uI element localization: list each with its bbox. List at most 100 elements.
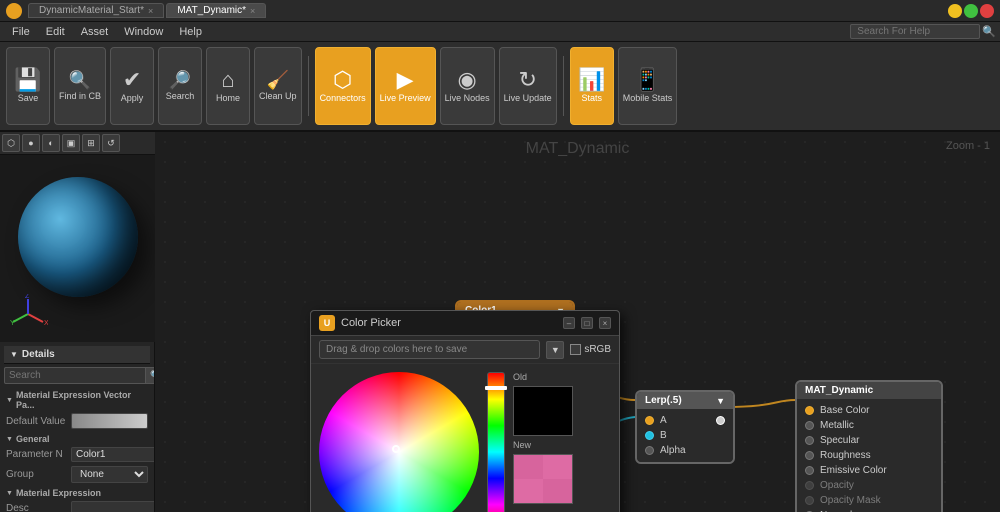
- main-area: ⬡ ● ◐ ▣ ⊞ ↺ X Y Z ▼ Details: [0, 132, 1000, 512]
- new-color-swatch[interactable]: [513, 454, 573, 504]
- canvas-title: MAT_Dynamic: [526, 140, 630, 158]
- mat-basecolor-pin[interactable]: [805, 406, 814, 415]
- cp-title: Color Picker: [341, 317, 557, 329]
- connections-svg: [155, 132, 455, 282]
- menu-edit[interactable]: Edit: [38, 24, 73, 40]
- parameter-n-row: Parameter N: [4, 445, 150, 464]
- canvas-area[interactable]: MAT_Dynamic Zoom - 1 Color1 ▼ Param(0000…: [155, 132, 1000, 512]
- toolbar-separator-1: [308, 56, 309, 116]
- prev-material-btn[interactable]: ●: [22, 134, 40, 152]
- mobile-stats-button[interactable]: 📱 Mobile Stats: [618, 47, 678, 125]
- lerp-node[interactable]: Lerp(.5) ▼ A B Alpha: [635, 390, 735, 464]
- svg-text:Z: Z: [25, 294, 30, 300]
- live-update-icon: ↻: [518, 69, 536, 91]
- lerp-a-row: A: [637, 413, 733, 428]
- desc-row: Desc: [4, 499, 150, 512]
- search-input[interactable]: [850, 24, 980, 39]
- apply-button[interactable]: ✔ Apply: [110, 47, 154, 125]
- desc-input[interactable]: [71, 501, 154, 512]
- connectors-button[interactable]: ⬡ Connectors: [315, 47, 371, 125]
- parameter-n-input[interactable]: [71, 447, 154, 462]
- tab-matdynamic[interactable]: MAT_Dynamic* ×: [166, 3, 266, 18]
- old-color-swatch[interactable]: [513, 386, 573, 436]
- mat-dynamic-header: MAT_Dynamic: [797, 382, 941, 399]
- mat-specular-pin[interactable]: [805, 436, 814, 445]
- menu-asset[interactable]: Asset: [73, 24, 117, 40]
- close-tab-icon[interactable]: ×: [148, 6, 153, 16]
- tab-dynamicmaterial[interactable]: DynamicMaterial_Start* ×: [28, 3, 164, 18]
- lerp-b-pin[interactable]: [645, 431, 654, 440]
- section-collapse-icon: ▼: [6, 397, 13, 404]
- mat-expr-collapse-icon: ▼: [6, 490, 13, 497]
- details-panel: ▼ Details 🔍 ▼ Material Expression Vector…: [0, 342, 154, 512]
- search-icon: 🔍: [982, 25, 996, 38]
- cp-titlebar: U Color Picker – □ ×: [311, 311, 619, 336]
- connectors-icon: ⬡: [333, 69, 352, 91]
- zoom-indicator: Zoom - 1: [946, 140, 990, 152]
- cp-dnd-area[interactable]: Drag & drop colors here to save: [319, 340, 540, 359]
- close-button[interactable]: [980, 4, 994, 18]
- prev-bg-btn[interactable]: ▣: [62, 134, 80, 152]
- cp-dropdown-button[interactable]: ▼: [546, 341, 564, 359]
- live-preview-icon: ▶: [397, 69, 414, 91]
- prev-light-btn[interactable]: ◐: [42, 134, 60, 152]
- lerp-header: Lerp(.5) ▼: [637, 392, 733, 409]
- old-label: Old: [513, 372, 573, 382]
- menu-window[interactable]: Window: [116, 24, 171, 40]
- svg-text:Y: Y: [10, 320, 15, 327]
- cleanup-button[interactable]: 🧹 Clean Up: [254, 47, 302, 125]
- minimize-button[interactable]: [948, 4, 962, 18]
- hue-cursor: [485, 386, 507, 390]
- details-search-input[interactable]: [4, 367, 146, 384]
- color-wheel[interactable]: [319, 372, 479, 512]
- lerp-a-pin[interactable]: [645, 416, 654, 425]
- maximize-button[interactable]: [964, 4, 978, 18]
- find-in-cb-button[interactable]: 🔍 Find in CB: [54, 47, 106, 125]
- mat-opacity-row: Opacity: [797, 478, 941, 493]
- prev-option2-btn[interactable]: ↺: [102, 134, 120, 152]
- details-header[interactable]: ▼ Details: [4, 346, 150, 364]
- color-wheel-container: [319, 372, 479, 512]
- search-button[interactable]: 🔎 Search: [158, 47, 202, 125]
- group-select[interactable]: None: [71, 466, 148, 483]
- default-value-swatch[interactable]: [71, 413, 148, 429]
- axis-widget: X Y Z: [8, 294, 48, 334]
- menu-help[interactable]: Help: [171, 24, 210, 40]
- save-button[interactable]: 💾 Save: [6, 47, 50, 125]
- apply-icon: ✔: [123, 69, 141, 91]
- cp-logo: U: [319, 315, 335, 331]
- close-tab-active-icon[interactable]: ×: [250, 6, 255, 16]
- live-update-button[interactable]: ↻ Live Update: [499, 47, 557, 125]
- mat-normal-row: Normal: [797, 508, 941, 512]
- mat-basecolor-row: Base Color: [797, 403, 941, 418]
- tab-bar: DynamicMaterial_Start* × MAT_Dynamic* ×: [28, 3, 948, 18]
- cp-toolbar: Drag & drop colors here to save ▼ sRGB: [311, 336, 619, 364]
- stats-button[interactable]: 📊 Stats: [570, 47, 614, 125]
- cp-maximize-button[interactable]: □: [581, 317, 593, 329]
- lerp-alpha-pin[interactable]: [645, 446, 654, 455]
- cp-srgb-checkbox[interactable]: [570, 344, 581, 355]
- new-label: New: [513, 440, 573, 450]
- live-preview-button[interactable]: ▶ Live Preview: [375, 47, 436, 125]
- cp-close-button[interactable]: ×: [599, 317, 611, 329]
- details-search-button[interactable]: 🔍: [146, 367, 154, 384]
- prev-option1-btn[interactable]: ⊞: [82, 134, 100, 152]
- cp-wheel-cursor: [392, 445, 400, 453]
- mobile-stats-icon: 📱: [634, 69, 661, 91]
- window-controls: [948, 4, 994, 18]
- lerp-alpha-row: Alpha: [637, 443, 733, 458]
- toolbar-separator-2: [563, 56, 564, 116]
- prev-shape-btn[interactable]: ⬡: [2, 134, 20, 152]
- lerp-out-pin[interactable]: [716, 416, 725, 425]
- hue-strip[interactable]: [487, 372, 505, 512]
- home-button[interactable]: ⌂ Home: [206, 47, 250, 125]
- mat-opacity-pin: [805, 481, 814, 490]
- mat-metallic-pin[interactable]: [805, 421, 814, 430]
- menu-file[interactable]: File: [4, 24, 38, 40]
- live-nodes-button[interactable]: ◉ Live Nodes: [440, 47, 495, 125]
- mat-roughness-pin[interactable]: [805, 451, 814, 460]
- mat-emissive-pin[interactable]: [805, 466, 814, 475]
- cp-srgb-toggle[interactable]: sRGB: [570, 344, 611, 355]
- mat-dynamic-node[interactable]: MAT_Dynamic Base Color Metallic Specular: [795, 380, 943, 512]
- cp-minimize-button[interactable]: –: [563, 317, 575, 329]
